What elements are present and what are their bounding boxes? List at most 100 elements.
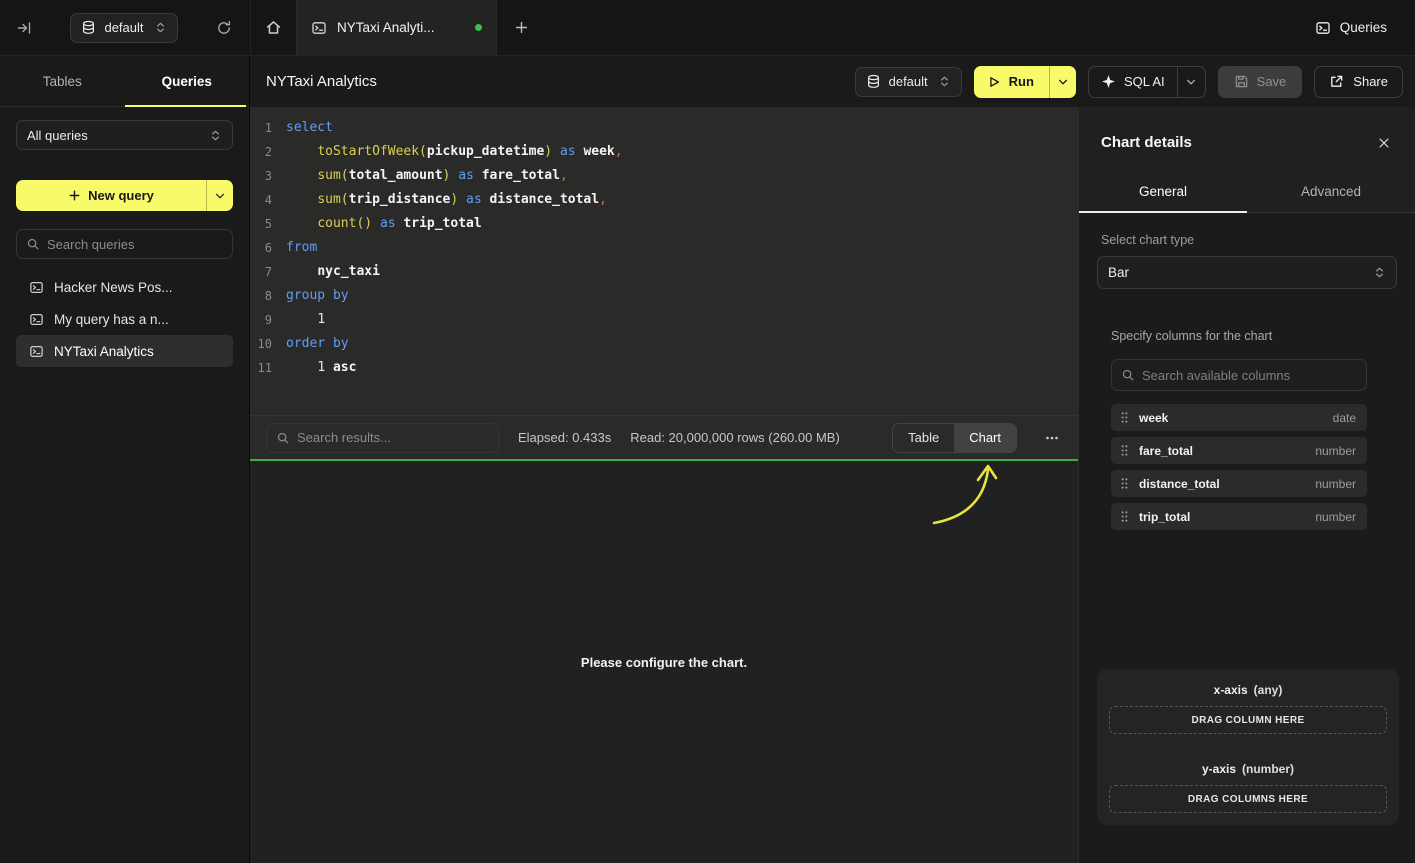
topbar-database-selector[interactable]: default	[70, 13, 177, 43]
search-icon	[26, 237, 40, 251]
x-axis-dropzone[interactable]: DRAG COLUMN HERE	[1109, 706, 1387, 734]
line-number: 5	[250, 212, 286, 236]
column-item[interactable]: fare_total number	[1111, 437, 1367, 464]
sidebar-tab-queries[interactable]: Queries	[125, 56, 250, 106]
sql-token: week	[583, 144, 614, 159]
query-icon	[29, 344, 44, 359]
search-queries-input[interactable]	[47, 237, 223, 252]
code-line[interactable]: 4 sum(trip_distance) as distance_total,	[250, 188, 1078, 212]
code-line[interactable]: 6from	[250, 236, 1078, 260]
content-row: 1select2 toStartOfWeek(pickup_datetime) …	[250, 107, 1415, 863]
column-name: trip_total	[1139, 510, 1190, 524]
sql-token: ,	[599, 192, 607, 207]
header-database-selector[interactable]: default	[855, 67, 962, 97]
editor-tab[interactable]: NYTaxi Analyti...	[296, 0, 497, 55]
y-axis-dropzone[interactable]: DRAG COLUMNS HERE	[1109, 785, 1387, 813]
code-line[interactable]: 10order by	[250, 332, 1078, 356]
sql-token: sum(	[317, 168, 348, 183]
sql-token: trip_distance	[349, 192, 451, 207]
code-line[interactable]: 9 1	[250, 308, 1078, 332]
sidebar-tab-tables[interactable]: Tables	[0, 56, 125, 106]
search-columns-input[interactable]	[1142, 368, 1357, 383]
code-line[interactable]: 7 nyc_taxi	[250, 260, 1078, 284]
code-text: order by	[286, 332, 349, 356]
code-line[interactable]: 5 count() as trip_total	[250, 212, 1078, 236]
search-results-input[interactable]	[297, 430, 489, 445]
chart-type-label: Select chart type	[1079, 233, 1415, 247]
more-options-button[interactable]	[1036, 423, 1068, 453]
collapse-sidebar-icon[interactable]	[16, 20, 32, 36]
code-line[interactable]: 2 toStartOfWeek(pickup_datetime) as week…	[250, 140, 1078, 164]
sql-ai-button-label: SQL AI	[1124, 74, 1165, 89]
code-text: toStartOfWeek(pickup_datetime) as week,	[286, 140, 623, 164]
column-type: number	[1315, 510, 1356, 524]
results-view-switcher: Table Chart	[892, 423, 1017, 453]
run-button[interactable]: Run	[974, 66, 1049, 98]
sql-editor[interactable]: 1select2 toStartOfWeek(pickup_datetime) …	[250, 107, 1078, 415]
chart-type-select[interactable]: Bar	[1097, 256, 1397, 289]
new-query-button[interactable]: New query	[16, 180, 233, 211]
sql-ai-button[interactable]: SQL AI	[1089, 67, 1177, 97]
column-item[interactable]: week date	[1111, 404, 1367, 431]
y-axis-block: y-axis (number) DRAG COLUMNS HERE	[1109, 762, 1387, 813]
y-axis-label: y-axis	[1202, 762, 1236, 776]
new-query-dropdown-button[interactable]	[206, 180, 233, 211]
search-icon	[1121, 368, 1135, 382]
chevron-updown-icon	[938, 75, 951, 88]
run-dropdown-button[interactable]	[1049, 66, 1076, 98]
query-list-item[interactable]: Hacker News Pos...	[16, 271, 233, 303]
editor-tabstrip: NYTaxi Analyti...	[250, 0, 545, 55]
sql-token	[325, 360, 333, 375]
panel-tab-advanced[interactable]: Advanced	[1247, 170, 1415, 212]
code-line[interactable]: 11 1 asc	[250, 356, 1078, 380]
results-tab-table[interactable]: Table	[893, 424, 954, 452]
save-button[interactable]: Save	[1218, 66, 1303, 98]
results-tab-chart[interactable]: Chart	[954, 424, 1016, 452]
editor-tab-title: NYTaxi Analyti...	[337, 20, 465, 35]
queries-button[interactable]: Queries	[1315, 20, 1387, 36]
drag-handle-icon[interactable]	[1119, 477, 1130, 490]
axes-config-card: x-axis (any) DRAG COLUMN HERE y-axis (nu…	[1097, 669, 1399, 825]
line-number: 6	[250, 236, 286, 260]
line-number: 10	[250, 332, 286, 356]
close-icon[interactable]	[1377, 136, 1391, 150]
drag-handle-icon[interactable]	[1119, 510, 1130, 523]
refresh-icon[interactable]	[216, 20, 232, 36]
code-line[interactable]: 3 sum(total_amount) as fare_total,	[250, 164, 1078, 188]
share-icon	[1329, 74, 1344, 89]
query-item-label: My query has a n...	[54, 312, 169, 327]
code-text: group by	[286, 284, 349, 308]
x-axis-hint: (any)	[1254, 683, 1283, 697]
code-text: count() as trip_total	[286, 212, 482, 236]
query-list-item[interactable]: My query has a n...	[16, 303, 233, 335]
query-folder-select[interactable]: All queries	[16, 120, 233, 150]
sql-token	[286, 192, 317, 207]
sql-ai-dropdown-button[interactable]	[1177, 67, 1205, 97]
share-button[interactable]: Share	[1314, 66, 1403, 98]
new-query-main[interactable]: New query	[16, 180, 206, 211]
query-list-item-selected[interactable]: NYTaxi Analytics	[16, 335, 233, 367]
new-tab-button[interactable]	[497, 0, 545, 55]
code-text: 1 asc	[286, 356, 356, 380]
sql-token: as	[466, 192, 482, 207]
results-search	[266, 423, 499, 453]
share-button-label: Share	[1353, 74, 1388, 89]
chart-panel-title: Chart details	[1101, 134, 1192, 151]
panel-tab-general[interactable]: General	[1079, 170, 1247, 212]
code-line[interactable]: 1select	[250, 116, 1078, 140]
header-database-value: default	[889, 74, 928, 89]
sidebar-content: All queries New query	[0, 107, 249, 367]
column-item[interactable]: trip_total number	[1111, 503, 1367, 530]
query-list: Hacker News Pos... My query has a n... N…	[16, 271, 233, 367]
sql-token: from	[286, 240, 317, 255]
home-tab-button[interactable]	[250, 0, 296, 55]
columns-section-label: Specify columns for the chart	[1111, 329, 1367, 343]
chevron-updown-icon	[1373, 266, 1386, 279]
chart-panel-top: Chart details General Advanced	[1079, 107, 1415, 213]
code-text: nyc_taxi	[286, 260, 380, 284]
drag-handle-icon[interactable]	[1119, 444, 1130, 457]
column-item[interactable]: distance_total number	[1111, 470, 1367, 497]
drag-handle-icon[interactable]	[1119, 411, 1130, 424]
code-line[interactable]: 8group by	[250, 284, 1078, 308]
editor-column: 1select2 toStartOfWeek(pickup_datetime) …	[250, 107, 1078, 863]
